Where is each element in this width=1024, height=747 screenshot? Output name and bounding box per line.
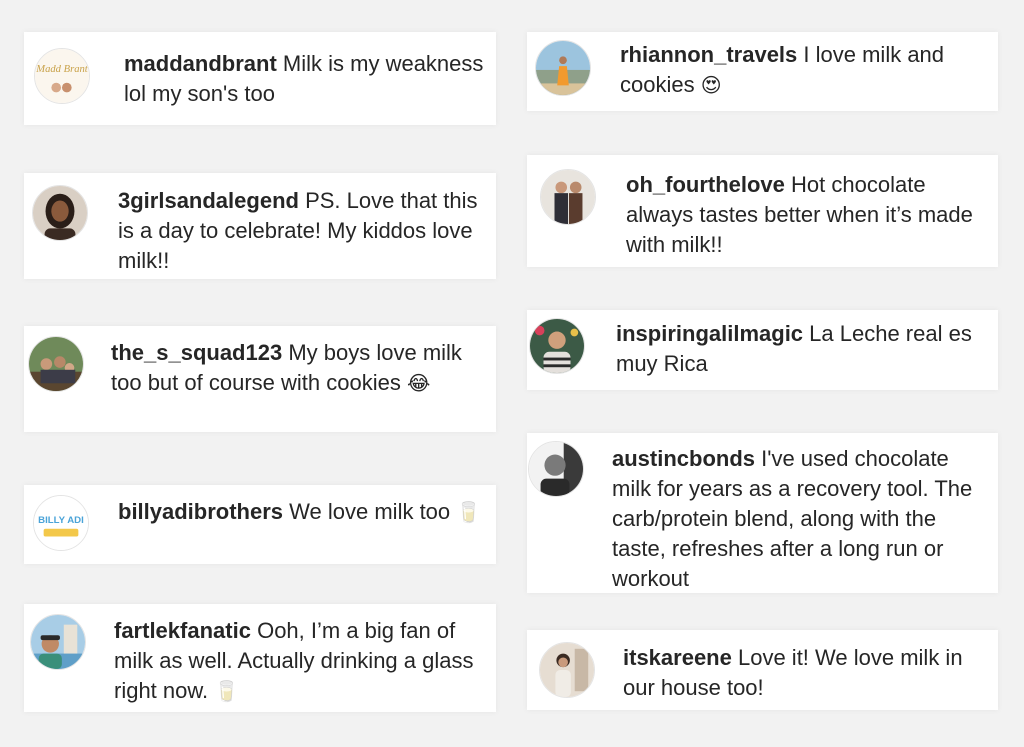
comment-card: Madd Brant maddandbrant Milk is my weakn… bbox=[24, 32, 496, 125]
avatar[interactable] bbox=[535, 40, 591, 96]
comment-card: BILLY ADI billyadibrothers We love milk … bbox=[24, 485, 496, 564]
heart-eyes-emoji-icon: 😍 bbox=[700, 73, 722, 97]
portrait-avatar-icon bbox=[540, 643, 594, 697]
avatar[interactable] bbox=[529, 318, 585, 374]
logo-avatar-icon: BILLY ADI bbox=[34, 496, 88, 550]
comment-body: fartlekfanatic Ooh, I’m a big fan of mil… bbox=[114, 616, 488, 706]
comment-card: fartlekfanatic Ooh, I’m a big fan of mil… bbox=[24, 604, 496, 712]
avatar[interactable]: BILLY ADI bbox=[33, 495, 89, 551]
comment-card: inspiringalilmagic La Leche real es muy … bbox=[527, 310, 998, 390]
comment-username[interactable]: inspiringalilmagic bbox=[616, 321, 803, 346]
comment-body: oh_fourthelove Hot chocolate always tast… bbox=[626, 170, 990, 260]
comment-username[interactable]: itskareene bbox=[623, 645, 732, 670]
avatar[interactable] bbox=[528, 441, 584, 497]
comment-text: We love milk too bbox=[289, 499, 451, 524]
comment-body: rhiannon_travels I love milk and cookies… bbox=[620, 40, 990, 100]
comment-username[interactable]: 3girlsandalegend bbox=[118, 188, 299, 213]
avatar[interactable] bbox=[28, 336, 84, 392]
comment-username[interactable]: austincbonds bbox=[612, 446, 755, 471]
portrait-avatar-icon bbox=[33, 186, 87, 240]
comment-username[interactable]: oh_fourthelove bbox=[626, 172, 785, 197]
milk-glass-emoji-icon: 🥛 bbox=[456, 500, 482, 524]
comment-card: oh_fourthelove Hot chocolate always tast… bbox=[527, 155, 998, 267]
comment-username[interactable]: billyadibrothers bbox=[118, 499, 283, 524]
comment-body: 3girlsandalegend PS. Love that this is a… bbox=[118, 186, 488, 276]
family-photo-avatar-icon bbox=[29, 337, 83, 391]
comment-card: the_s_squad123 My boys love milk too but… bbox=[24, 326, 496, 432]
comment-card: rhiannon_travels I love milk and cookies… bbox=[527, 32, 998, 111]
comment-username[interactable]: fartlekfanatic bbox=[114, 618, 251, 643]
comment-username[interactable]: rhiannon_travels bbox=[620, 42, 797, 67]
portrait-avatar-icon bbox=[529, 442, 583, 496]
comment-card: 3girlsandalegend PS. Love that this is a… bbox=[24, 173, 496, 279]
milk-glass-emoji-icon: 🥛 bbox=[214, 679, 240, 703]
group-photo-avatar-icon bbox=[541, 170, 595, 224]
beach-photo-avatar-icon bbox=[536, 41, 590, 95]
comment-username[interactable]: the_s_squad123 bbox=[111, 340, 282, 365]
comment-body: inspiringalilmagic La Leche real es muy … bbox=[616, 319, 990, 379]
comment-username[interactable]: maddandbrant bbox=[124, 51, 277, 76]
laughing-emoji-icon: 😂 bbox=[406, 371, 431, 395]
logo-avatar-icon: Madd Brant bbox=[35, 49, 89, 103]
avatar[interactable] bbox=[539, 642, 595, 698]
comment-body: the_s_squad123 My boys love milk too but… bbox=[111, 338, 489, 398]
avatar[interactable] bbox=[540, 169, 596, 225]
comment-card: itskareene Love it! We love milk in our … bbox=[527, 630, 998, 710]
avatar[interactable] bbox=[30, 614, 86, 670]
comment-body: maddandbrant Milk is my weakness lol my … bbox=[124, 49, 486, 109]
avatar-logo-text: Madd Brant bbox=[35, 64, 89, 75]
avatar[interactable]: Madd Brant bbox=[34, 48, 90, 104]
comment-body: billyadibrothers We love milk too 🥛 bbox=[118, 497, 488, 527]
avatar-logo-text: BILLY ADI bbox=[38, 515, 84, 526]
comment-card: austincbonds I've used chocolate milk fo… bbox=[527, 433, 998, 593]
avatar[interactable] bbox=[32, 185, 88, 241]
portrait-avatar-icon bbox=[530, 319, 584, 373]
selfie-avatar-icon bbox=[31, 615, 85, 669]
comment-body: itskareene Love it! We love milk in our … bbox=[623, 643, 990, 703]
comment-body: austincbonds I've used chocolate milk fo… bbox=[612, 444, 990, 594]
